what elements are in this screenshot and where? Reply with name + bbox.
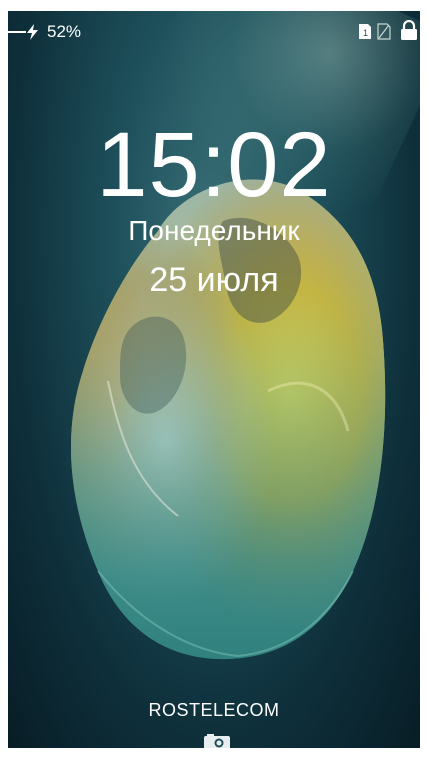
- svg-text:1: 1: [363, 28, 368, 38]
- sim2-icon: [377, 23, 391, 40]
- lock-screen: 52% 1 15:02 Понедельник 25 июля ROSTELEC…: [8, 11, 420, 748]
- status-bar: 52% 1: [8, 11, 420, 51]
- date-label: 25 июля: [149, 261, 279, 299]
- camera-icon[interactable]: [203, 733, 231, 748]
- clock-time: 15:02: [96, 114, 332, 216]
- lock-icon: [401, 20, 417, 40]
- weekday-label: Понедельник: [128, 215, 300, 246]
- carrier-name: ROSTELECOM: [148, 700, 280, 720]
- sim1-icon: 1: [359, 24, 371, 39]
- battery-percent: 52%: [47, 22, 82, 41]
- charging-icon: [27, 24, 38, 40]
